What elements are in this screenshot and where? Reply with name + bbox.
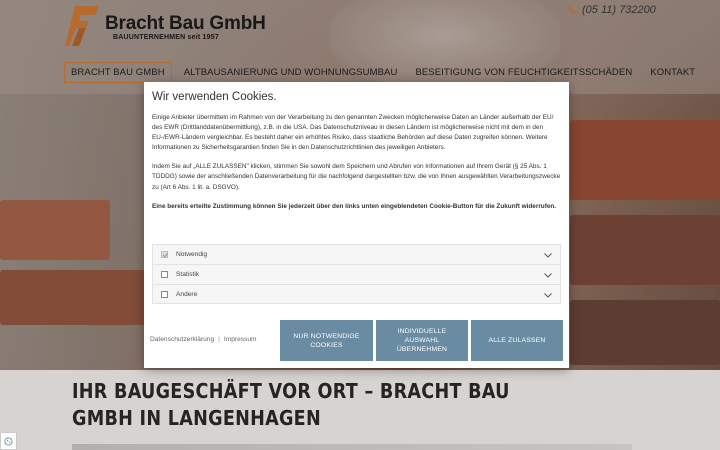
cookie-dialog-title: Wir verwenden Cookies. (152, 91, 277, 103)
category-necessary[interactable]: Notwendig (152, 244, 561, 264)
category-label: Notwendig (176, 251, 208, 258)
imprint-link[interactable]: Impressum (224, 336, 257, 343)
cookie-revoke-note: Eine bereits erteilte Zustimmung können … (152, 202, 557, 210)
checkbox-icon[interactable] (161, 290, 168, 298)
category-label: Statistik (176, 271, 200, 278)
category-statistics[interactable]: Statistik (152, 264, 561, 284)
category-label: Andere (176, 290, 198, 298)
cookie-consent-dialog: Wir verwenden Cookies. Einige Anbieter ü… (144, 82, 569, 368)
individual-selection-button[interactable]: INDIVIDUELLE AUSWAHL ÜBERNEHMEN (376, 320, 468, 361)
cookie-categories: Notwendig Statistik Andere (152, 244, 561, 304)
checkbox-icon[interactable] (161, 271, 168, 278)
cookie-settings-icon (4, 436, 13, 446)
cookie-dialog-body: Einige Anbieter übermitteln im Rahmen vo… (152, 113, 562, 221)
chevron-down-icon[interactable] (544, 291, 552, 299)
checkbox-icon (161, 251, 168, 258)
category-other[interactable]: Andere (152, 284, 561, 304)
cookie-text-paragraph: Indem Sie auf „ALLE ZULASSEN" klicken, s… (152, 163, 561, 191)
cookie-settings-button[interactable] (0, 432, 17, 450)
privacy-policy-link[interactable]: Datenschutzerklärung (150, 336, 214, 343)
chevron-down-icon[interactable] (544, 251, 552, 259)
necessary-cookies-button[interactable]: NUR NOTWENDIGE COOKIES (280, 320, 373, 361)
cookie-dialog-links: Datenschutzerklärung | Impressum (150, 336, 256, 343)
chevron-down-icon[interactable] (544, 271, 552, 279)
cookie-text-paragraph: Einige Anbieter übermitteln im Rahmen vo… (152, 114, 554, 152)
allow-all-button[interactable]: ALLE ZULASSEN (471, 320, 563, 361)
link-separator: | (218, 336, 220, 343)
